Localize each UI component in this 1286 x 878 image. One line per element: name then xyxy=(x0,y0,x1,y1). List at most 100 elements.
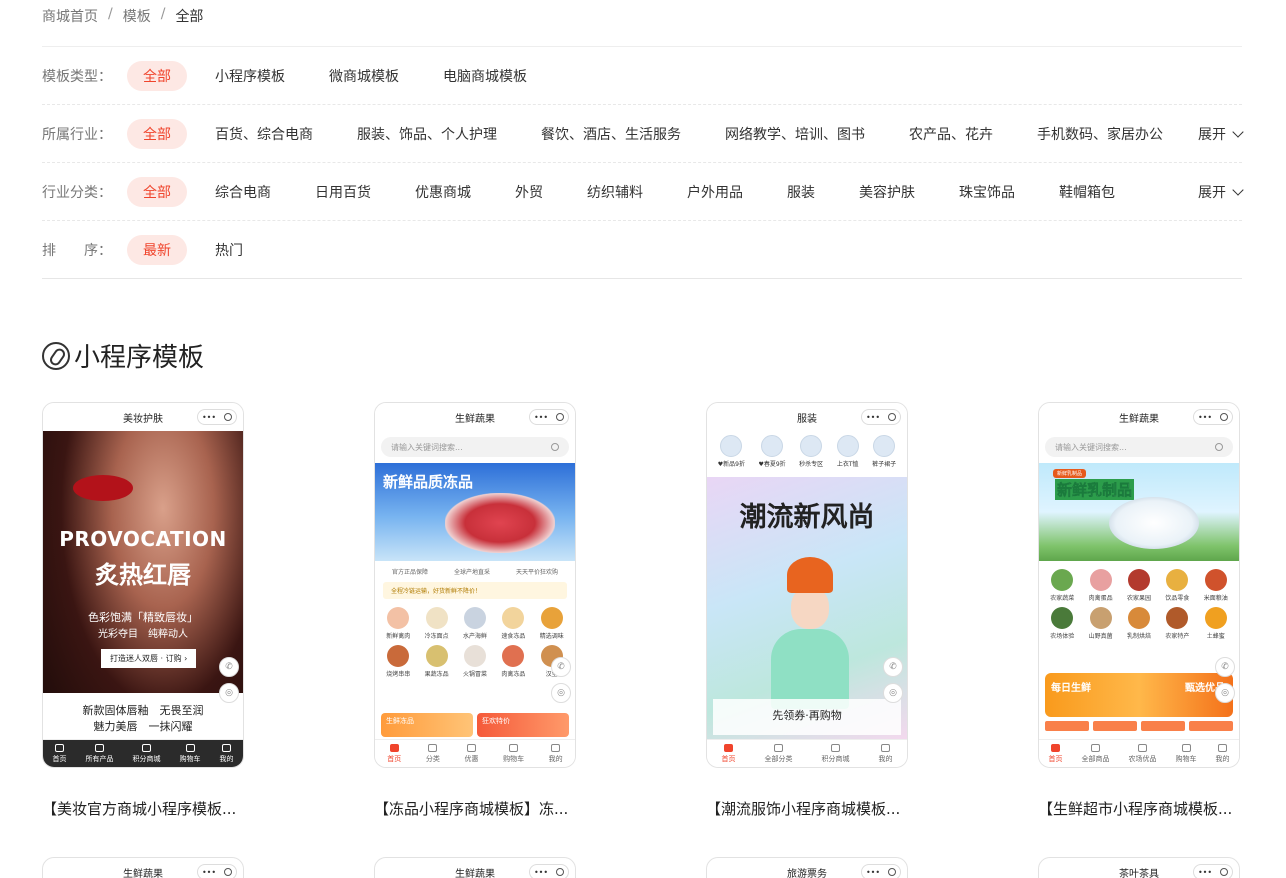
tab-label: 首页 xyxy=(1048,754,1063,763)
template-card[interactable]: 旅游票务 ••• xyxy=(706,857,908,878)
expand-label: 展开 xyxy=(1198,185,1226,201)
promo-strip xyxy=(1045,721,1233,731)
filter-label: 排 序： xyxy=(42,242,112,259)
chat-icon: ◎ xyxy=(1215,683,1235,703)
filter-option[interactable]: 优惠商城 xyxy=(415,182,471,202)
sort-option[interactable]: 热门 xyxy=(215,240,243,260)
tab-home: 首页 xyxy=(1048,743,1063,764)
template-title[interactable]: 【冻品小程序商城模板】冻... xyxy=(374,798,576,819)
filter-option[interactable]: 餐饮、酒店、生活服务 xyxy=(541,124,681,144)
banner-line: 光彩夺目 纯粹动人 xyxy=(98,629,188,640)
expand-button[interactable]: 展开 xyxy=(1198,105,1244,163)
filter-option[interactable]: 服装、饰品、个人护理 xyxy=(357,124,497,144)
preview-title: 服装 xyxy=(797,413,817,425)
template-title[interactable]: 【美妆官方商城小程序模板... xyxy=(42,798,244,819)
category-item: 饮品零食 xyxy=(1158,569,1196,602)
template-card[interactable]: 服装 ••• ♥新品9折 ♥春夏9折 秒杀专区 上衣T恤 裤子裙子 潮流新风尚 … xyxy=(706,402,908,819)
filter-option[interactable]: 珠宝饰品 xyxy=(959,182,1015,202)
phone-icon: ✆ xyxy=(551,657,571,677)
category-item: ♥春夏9折 xyxy=(758,435,786,468)
filter-option[interactable]: 小程序模板 xyxy=(215,66,285,86)
breadcrumb-home[interactable]: 商城首页 xyxy=(42,6,98,26)
tab-me: 我的 xyxy=(878,743,893,764)
cart-icon xyxy=(185,743,195,752)
tab-points: 积分商城 xyxy=(133,743,161,764)
search-bar: 请输入关键词搜索... xyxy=(381,437,569,457)
category-item: 农家果园 xyxy=(1120,569,1158,602)
tab-cart: 购物车 xyxy=(503,743,524,764)
filter-option[interactable]: 鞋帽箱包 xyxy=(1059,182,1115,202)
category-item: 精选调味 xyxy=(533,607,571,640)
search-placeholder: 请输入关键词搜索... xyxy=(1055,442,1127,452)
category-item: 上衣T恤 xyxy=(836,435,859,468)
preview-body: 请输入关键词搜索... 新鲜乳制品 新鲜乳制品 农家蔬菜 肉禽蛋品 农家果园 饮… xyxy=(1039,431,1239,741)
filter-option[interactable]: 网络教学、培训、图书 xyxy=(725,124,865,144)
template-preview[interactable]: 服装 ••• ♥新品9折 ♥春夏9折 秒杀专区 上衣T恤 裤子裙子 潮流新风尚 … xyxy=(706,402,908,768)
banner-title-en: PROVOCATION xyxy=(59,527,227,551)
filter-option[interactable]: 微商城模板 xyxy=(329,66,399,86)
filter-option[interactable]: 全部 xyxy=(127,60,187,91)
expand-button[interactable]: 展开 xyxy=(1198,163,1244,221)
category-icons: ♥新品9折 ♥春夏9折 秒杀专区 上衣T恤 裤子裙子 xyxy=(707,431,907,468)
breadcrumb-current: 全部 xyxy=(175,9,204,25)
template-preview[interactable]: 生鲜蔬果 ••• 请输入关键词搜索... 新鲜乳制品 新鲜乳制品 农家蔬菜 肉禽… xyxy=(1038,402,1240,768)
preview-body: ♥新品9折 ♥春夏9折 秒杀专区 上衣T恤 裤子裙子 潮流新风尚 先领券·再购物 xyxy=(707,431,907,741)
filter-option[interactable]: 百货、综合电商 xyxy=(215,124,313,144)
tab-label: 全部分类 xyxy=(764,754,793,763)
capsule-menu: ••• xyxy=(861,409,901,425)
filter-option[interactable]: 农产品、花卉 xyxy=(909,124,993,144)
sort-option[interactable]: 最新 xyxy=(127,234,187,265)
filter-option[interactable]: 全部 xyxy=(127,118,187,149)
tab-label: 我的 xyxy=(878,754,893,763)
close-circle-icon xyxy=(224,868,233,876)
close-circle-icon xyxy=(556,413,565,421)
preview-title: 茶叶茶具 xyxy=(1119,868,1159,878)
capsule-menu: ••• xyxy=(529,409,569,425)
close-circle-icon xyxy=(1220,868,1229,876)
tab-label: 首页 xyxy=(387,754,402,763)
template-title[interactable]: 【潮流服饰小程序商城模板... xyxy=(706,798,908,819)
tab-farm: 农场优品 xyxy=(1129,743,1157,764)
tab-label: 购物车 xyxy=(1175,754,1197,763)
tab-label: 我的 xyxy=(1215,754,1230,763)
filter-option[interactable]: 户外用品 xyxy=(687,182,743,202)
user-icon xyxy=(551,743,561,752)
filter-option[interactable]: 手机数码、家居办公 xyxy=(1037,124,1163,144)
breadcrumb-separator: / xyxy=(160,6,166,22)
template-card[interactable]: 生鲜蔬果 ••• xyxy=(42,857,244,878)
template-card[interactable]: 美妆护肤 ••• PROVOCATION 炙热红唇 色彩饱满「精致唇妆」 光彩夺… xyxy=(42,402,244,819)
breadcrumb-template[interactable]: 模板 xyxy=(123,6,151,26)
phone-icon: ✆ xyxy=(1215,657,1235,677)
preview-title: 生鲜蔬果 xyxy=(455,413,495,425)
template-card[interactable]: 生鲜蔬果 ••• 请输入关键词搜索... 新鲜品质冻品 官方正品保障 全球产地直… xyxy=(374,402,576,819)
category-grid: 新鲜禽肉 冷冻面点 水产海鲜 速食冻品 精选调味 烧烤串串 果蔬冻品 火锅冒菜 … xyxy=(375,599,575,678)
preview-title: 生鲜蔬果 xyxy=(455,868,495,878)
tab-label: 购物车 xyxy=(179,754,201,763)
category-item: 肉禽冻品 xyxy=(494,645,532,678)
float-buttons: ✆ ◎ xyxy=(219,657,239,703)
template-card[interactable]: 生鲜蔬果 ••• 请输入关键词搜索... 新鲜乳制品 新鲜乳制品 农家蔬菜 肉禽… xyxy=(1038,402,1240,819)
template-preview[interactable]: 生鲜蔬果 ••• 请输入关键词搜索... 新鲜品质冻品 官方正品保障 全球产地直… xyxy=(374,402,576,768)
filter-option[interactable]: 全部 xyxy=(127,176,187,207)
filter-option[interactable]: 服装 xyxy=(787,182,815,202)
filter-option[interactable]: 综合电商 xyxy=(215,182,271,202)
template-card[interactable]: 生鲜蔬果 ••• xyxy=(374,857,576,878)
filter-option[interactable]: 美容护肤 xyxy=(859,182,915,202)
filter-option[interactable]: 电脑商城模板 xyxy=(443,66,527,86)
float-buttons: ✆ ◎ xyxy=(1215,657,1235,703)
filter-option[interactable]: 纺织辅料 xyxy=(587,182,643,202)
template-title[interactable]: 【生鲜超市小程序商城模板... xyxy=(1038,798,1240,819)
phone-icon: ✆ xyxy=(883,657,903,677)
float-buttons: ✆ ◎ xyxy=(551,657,571,703)
preview-header: 美妆护肤 ••• xyxy=(43,403,243,431)
preview-title: 美妆护肤 xyxy=(123,413,163,425)
filter-option[interactable]: 外贸 xyxy=(515,182,543,202)
filter-option[interactable]: 日用百货 xyxy=(315,182,371,202)
preview-body: PROVOCATION 炙热红唇 色彩饱满「精致唇妆」 光彩夺目 纯粹动人 打造… xyxy=(43,431,243,741)
preview-header: 生鲜蔬果 ••• xyxy=(375,858,575,878)
template-preview[interactable]: 美妆护肤 ••• PROVOCATION 炙热红唇 色彩饱满「精致唇妆」 光彩夺… xyxy=(42,402,244,768)
category-item: 果蔬冻品 xyxy=(417,645,455,678)
tab-me: 我的 xyxy=(1215,743,1230,764)
template-card[interactable]: 茶叶茶具 ••• xyxy=(1038,857,1240,878)
preview-header: 茶叶茶具 ••• xyxy=(1039,858,1239,878)
